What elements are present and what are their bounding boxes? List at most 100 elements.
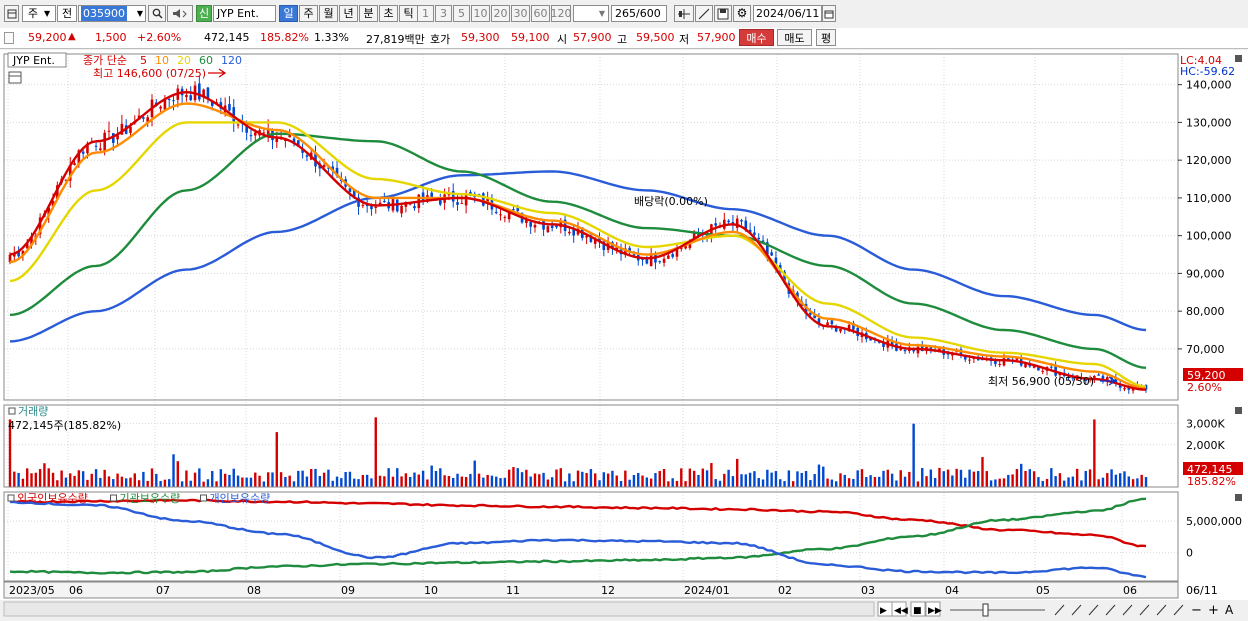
hold-tick-label: 5,000,000	[1186, 515, 1242, 528]
volume-bar	[47, 468, 50, 487]
n-button-3[interactable]: 3	[435, 5, 452, 22]
candle-body	[253, 132, 257, 136]
volume-bar	[736, 458, 739, 487]
rewind-icon: ◀◀	[894, 606, 908, 616]
period-unit-label: 주	[27, 7, 38, 20]
volume-bar	[249, 477, 253, 487]
period-button-6[interactable]: 틱	[399, 5, 418, 22]
volume-bar	[112, 479, 115, 487]
volume-bar	[189, 480, 192, 487]
volume-bar	[843, 474, 846, 487]
n-button-120[interactable]: 120	[551, 5, 572, 22]
range-select[interactable]: ▼	[573, 5, 609, 22]
ask-price: 59,300	[461, 31, 500, 44]
volume-bar	[938, 467, 941, 487]
volume-bar	[69, 473, 72, 487]
period-button-0[interactable]: 일	[279, 5, 298, 22]
period-unit-select[interactable]: 주 ▼	[22, 5, 56, 22]
n-button-30[interactable]: 30	[511, 5, 530, 22]
prev-button[interactable]: 전	[57, 5, 77, 22]
volume-bar	[297, 470, 300, 487]
volume-bar	[353, 478, 356, 487]
volume-bar	[723, 473, 726, 487]
volume-bar	[976, 471, 980, 487]
period-button-4[interactable]: 분	[359, 5, 378, 22]
volume-bar	[176, 461, 180, 487]
volume-bar	[1011, 474, 1014, 487]
count-field[interactable]: 265 /600	[611, 5, 667, 22]
date-field[interactable]: 2024/06/11	[753, 5, 822, 22]
volume-bar	[103, 469, 106, 487]
candle-body	[494, 211, 498, 214]
volume-bar	[254, 472, 257, 487]
period-button-2[interactable]: 월	[319, 5, 338, 22]
search-icon[interactable]	[148, 5, 166, 22]
candle-body	[348, 188, 352, 192]
speaker-icon[interactable]	[167, 5, 193, 22]
gear-icon[interactable]: ⚙	[733, 5, 751, 22]
volume-bar	[959, 469, 963, 487]
layout-icon[interactable]	[4, 5, 19, 22]
candle-body	[460, 202, 464, 204]
volume-bar	[1140, 474, 1143, 487]
buy-button[interactable]: 매수	[739, 29, 774, 46]
volume-bar	[662, 469, 666, 487]
crosshair-icon[interactable]	[674, 5, 694, 22]
volume-bar	[839, 473, 842, 487]
period-button-5[interactable]: 초	[379, 5, 398, 22]
y-tick-label: 130,000	[1186, 116, 1232, 129]
volume-bar	[589, 469, 593, 487]
n-button-10[interactable]: 10	[471, 5, 490, 22]
period-button-3[interactable]: 년	[339, 5, 358, 22]
volume-bar	[1088, 469, 1092, 487]
n-button-20[interactable]: 20	[491, 5, 510, 22]
volume-pct-tag: 185.82%	[1187, 475, 1236, 488]
line-tool-icon[interactable]	[695, 5, 713, 22]
volume-bar	[899, 470, 902, 487]
pin-icon[interactable]	[4, 32, 14, 44]
candle-body	[400, 205, 403, 214]
volume-bar	[271, 472, 274, 487]
trade-amount: 27,819백만	[366, 33, 425, 46]
volume-bar	[288, 475, 291, 487]
volume-bar	[94, 469, 98, 487]
volume-bar	[258, 475, 261, 487]
n-button-60[interactable]: 60	[531, 5, 550, 22]
volume-bar	[951, 475, 954, 487]
volume-bar	[718, 480, 722, 487]
y-tick-label: 140,000	[1186, 79, 1232, 92]
stock-code-field[interactable]: 035900 ▼	[78, 5, 146, 22]
bid-price: 59,100	[511, 31, 550, 44]
period-button-1[interactable]: 주	[299, 5, 318, 22]
volume-bar	[585, 473, 588, 487]
volume-bar	[847, 478, 851, 487]
x-tick-label: 10	[424, 584, 438, 597]
volume-bar	[912, 423, 915, 487]
dividend-note: 배당락(0.00%)	[634, 195, 708, 208]
volume-bar	[994, 479, 997, 487]
calendar-icon[interactable]	[822, 5, 836, 22]
font-icon: A	[1225, 603, 1234, 617]
volume-bar	[408, 476, 412, 487]
sell-button[interactable]: 매도	[777, 29, 812, 46]
zoom-slider-handle	[982, 603, 989, 617]
volume-bar	[688, 468, 692, 487]
stock-chart[interactable]: 2023/05 06 07 08 09 10 11 12 2024/01 02 03 04 05 06 06…	[0, 50, 1248, 621]
volume-bar	[989, 480, 993, 487]
close-panel-icon	[1235, 407, 1242, 414]
volume-bar	[774, 471, 778, 487]
volume-bar	[133, 473, 136, 487]
high-label: 고	[617, 33, 628, 46]
volume-bar	[1041, 480, 1044, 487]
stock-name-field[interactable]: JYP Ent.	[213, 5, 276, 22]
n-button-1[interactable]: 1	[417, 5, 434, 22]
volume-bar	[460, 476, 464, 487]
save-icon[interactable]	[714, 5, 732, 22]
volume-bar	[378, 475, 382, 487]
holdings-toggle-icon	[7, 494, 15, 502]
volume-bar	[284, 476, 287, 487]
n-button-5[interactable]: 5	[453, 5, 470, 22]
eval-button[interactable]: 평	[816, 29, 836, 46]
gear-glyph: ⚙	[736, 6, 748, 20]
count-value: 265	[615, 7, 636, 20]
